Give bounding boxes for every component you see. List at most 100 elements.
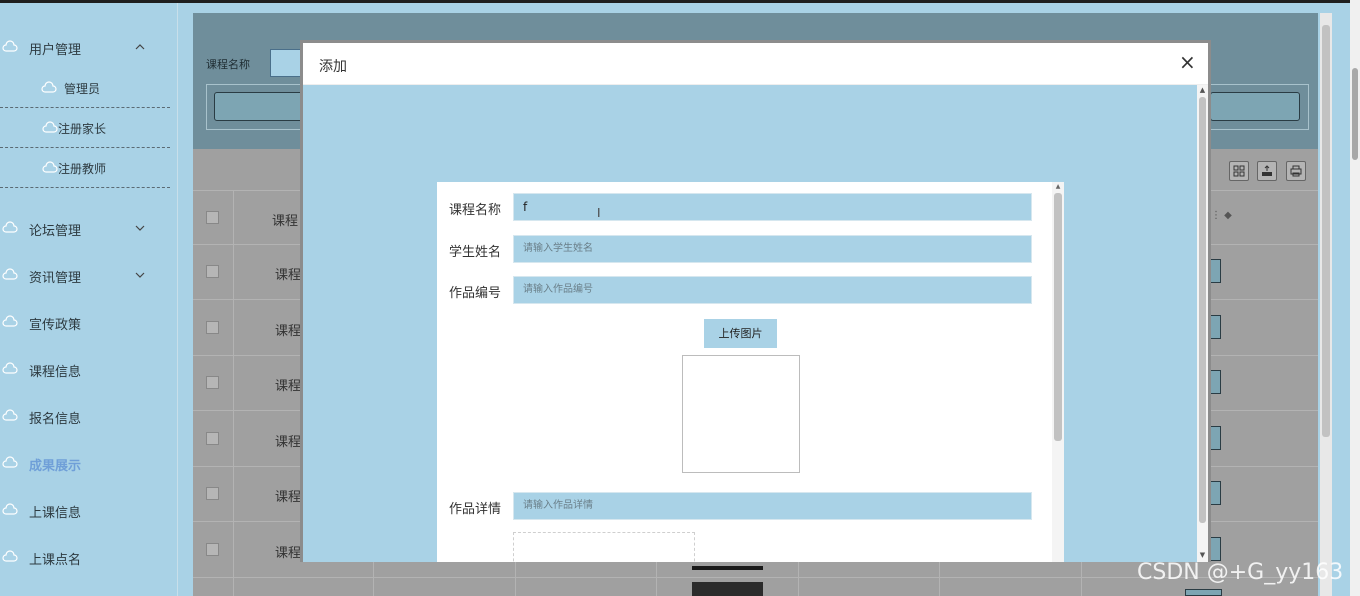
text-cursor-icon: I xyxy=(597,206,601,220)
scrollbar-thumb[interactable] xyxy=(1199,97,1206,523)
row-action-button[interactable] xyxy=(1210,315,1221,339)
export-icon xyxy=(1262,165,1272,176)
add-form: 课程名称 f I 学生姓名 请输入学生姓名 作品编号 请输入作品编号 上传图片 … xyxy=(437,182,1064,562)
dialog-header: 添加 × xyxy=(303,43,1208,85)
row-action-button[interactable] xyxy=(1185,589,1222,596)
sidebar: 用户管理 管理员 注册家长 注册教师 论坛管理 资讯管理 宣传政策 课程信息 报… xyxy=(0,3,178,596)
row-action-button[interactable] xyxy=(1210,259,1221,283)
cloud-icon xyxy=(2,268,18,280)
cell-course: 课程 xyxy=(275,379,302,394)
reset-button[interactable] xyxy=(1210,92,1300,121)
nav-label: 成果展示 xyxy=(29,459,82,474)
sidebar-item-admin[interactable]: 管理员 xyxy=(0,68,170,108)
row-action-button[interactable] xyxy=(1210,426,1221,450)
sub-item-label: 注册家长 xyxy=(58,122,107,136)
cloud-icon xyxy=(2,456,18,468)
select-all-checkbox[interactable] xyxy=(206,211,219,224)
course-name-label: 课程名称 xyxy=(449,203,502,218)
sort-icon[interactable]: ⋮ ◆ xyxy=(1211,210,1232,221)
cell-course: 课程 xyxy=(275,268,302,283)
student-name-label: 学生姓名 xyxy=(449,245,502,260)
nav-label: 上课点名 xyxy=(29,553,82,568)
cloud-icon xyxy=(2,40,18,52)
nav-label: 课程信息 xyxy=(29,365,82,380)
sidebar-item-teachers[interactable]: 注册教师 xyxy=(0,148,170,188)
cloud-icon xyxy=(2,362,18,374)
nav-forum-management[interactable]: 论坛管理 xyxy=(0,217,170,241)
chevron-down-icon xyxy=(135,272,145,278)
scrollbar-thumb[interactable] xyxy=(1054,193,1062,441)
row-checkbox[interactable] xyxy=(206,432,219,445)
work-no-input[interactable]: 请输入作品编号 xyxy=(513,276,1032,304)
nav-user-management[interactable]: 用户管理 xyxy=(0,36,170,60)
course-name-input[interactable]: f xyxy=(513,193,1032,221)
watermark: CSDN @+G_yy163 xyxy=(1137,560,1344,585)
scrollbar-thumb[interactable] xyxy=(1322,25,1330,437)
cloud-icon xyxy=(2,315,18,327)
chevron-down-icon xyxy=(135,225,145,231)
nav-label: 报名信息 xyxy=(29,412,82,427)
cloud-icon xyxy=(2,221,18,233)
nav-roll-call[interactable]: 上课点名 xyxy=(0,546,170,570)
image-preview xyxy=(682,355,800,473)
nav-achievements[interactable]: 成果展示 xyxy=(0,452,170,476)
column-header-course: 课程 xyxy=(272,214,299,229)
sub-item-label: 注册教师 xyxy=(58,162,107,176)
form-scrollbar[interactable]: ▲ xyxy=(1052,182,1064,562)
nav-course-info[interactable]: 课程信息 xyxy=(0,358,170,382)
sub-item-label: 管理员 xyxy=(64,82,101,96)
cloud-icon xyxy=(2,409,18,421)
page-scrollbar[interactable] xyxy=(1320,13,1332,596)
cloud-icon xyxy=(2,503,18,515)
nav-class-info[interactable]: 上课信息 xyxy=(0,499,170,523)
row-checkbox[interactable] xyxy=(206,487,219,500)
cloud-icon xyxy=(42,161,58,173)
cloud-icon xyxy=(42,121,58,133)
dialog-title: 添加 xyxy=(319,59,347,75)
row-action-button[interactable] xyxy=(1210,537,1221,561)
cloud-icon xyxy=(41,81,57,93)
row-action-button[interactable] xyxy=(1210,370,1221,394)
work-detail-input[interactable]: 请输入作品详情 xyxy=(513,492,1032,520)
nav-label: 用户管理 xyxy=(29,43,82,58)
work-no-label: 作品编号 xyxy=(449,286,502,301)
chevron-up-icon xyxy=(135,44,145,50)
export-button[interactable] xyxy=(1257,161,1277,181)
cell-course: 课程 xyxy=(275,435,302,450)
nav-policy[interactable]: 宣传政策 xyxy=(0,311,170,335)
thumbnail-bar xyxy=(692,566,763,570)
cloud-icon xyxy=(2,550,18,562)
nav-news-management[interactable]: 资讯管理 xyxy=(0,264,170,288)
nav-enrollment-info[interactable]: 报名信息 xyxy=(0,405,170,429)
scroll-down-icon[interactable]: ▼ xyxy=(1198,551,1207,559)
sidebar-item-parents[interactable]: 注册家长 xyxy=(0,108,170,148)
work-detail-label: 作品详情 xyxy=(449,502,502,517)
browser-scrollbar[interactable] xyxy=(1350,0,1360,596)
nav-label: 论坛管理 xyxy=(29,224,82,239)
print-icon xyxy=(1290,165,1302,177)
row-checkbox[interactable] xyxy=(206,543,219,556)
cell-course: 课程 xyxy=(275,324,302,339)
row-checkbox[interactable] xyxy=(206,265,219,278)
column-toggle-button[interactable] xyxy=(1229,161,1249,181)
row-checkbox[interactable] xyxy=(206,321,219,334)
print-button[interactable] xyxy=(1286,161,1306,181)
nav-label: 资讯管理 xyxy=(29,271,82,286)
upload-image-button[interactable]: 上传图片 xyxy=(704,319,777,348)
scrollbar-thumb[interactable] xyxy=(1352,68,1358,160)
rich-text-editor[interactable] xyxy=(513,532,695,562)
nav-label: 宣传政策 xyxy=(29,318,82,333)
row-action-button[interactable] xyxy=(1210,481,1221,505)
dialog-scrollbar[interactable]: ▲ ▼ xyxy=(1197,85,1208,562)
scroll-up-icon[interactable]: ▲ xyxy=(1054,183,1062,190)
search-button[interactable] xyxy=(214,92,304,121)
close-icon[interactable]: × xyxy=(1179,52,1196,72)
cell-course: 课程 xyxy=(275,546,302,561)
window-top-edge xyxy=(0,0,1360,3)
add-dialog: 添加 × 课程名称 f I 学生姓名 请输入学生姓名 作品编号 请输入作品编号 … xyxy=(300,40,1211,562)
student-name-input[interactable]: 请输入学生姓名 xyxy=(513,235,1032,263)
search-label: 课程名称 xyxy=(206,58,250,71)
scroll-up-icon[interactable]: ▲ xyxy=(1198,86,1207,94)
cell-course: 课程 xyxy=(275,490,302,505)
row-checkbox[interactable] xyxy=(206,376,219,389)
